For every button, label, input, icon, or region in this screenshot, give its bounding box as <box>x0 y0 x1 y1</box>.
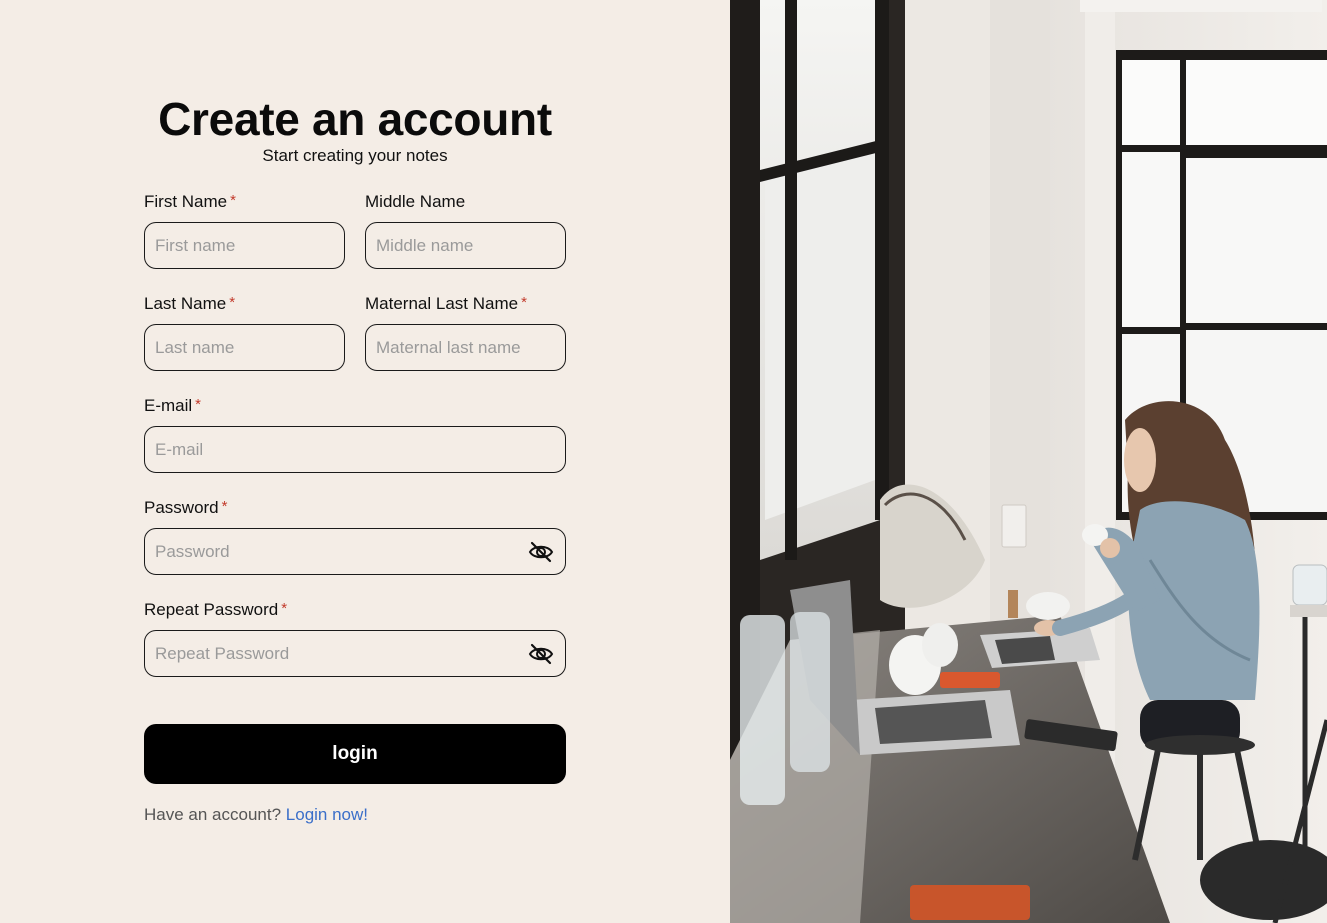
login-now-link[interactable]: Login now! <box>286 805 368 824</box>
last-name-label: Last Name * <box>144 294 236 313</box>
email-box <box>144 426 566 473</box>
email-field: E-mail * <box>144 394 566 475</box>
first-name-label: First Name * <box>144 192 236 211</box>
middle-name-input[interactable] <box>366 223 565 268</box>
email-label: E-mail * <box>144 396 202 415</box>
maternal-last-name-input[interactable] <box>366 325 565 370</box>
middle-name-label: Middle Name <box>365 192 466 211</box>
password-box <box>144 528 566 575</box>
repeat-password-box <box>144 630 566 677</box>
first-name-input[interactable] <box>145 223 344 268</box>
required-marker: * <box>281 600 288 617</box>
required-marker: * <box>229 294 236 311</box>
page-title: Create an account <box>158 93 552 145</box>
maternal-last-name-field: Maternal Last Name * <box>365 292 566 373</box>
email-input[interactable] <box>145 427 565 472</box>
page-subtitle: Start creating your notes <box>262 146 448 165</box>
password-field: Password * <box>144 496 566 577</box>
last-name-box <box>144 324 345 371</box>
middle-name-field: Middle Name <box>365 190 566 271</box>
last-name-field: Last Name * <box>144 292 345 373</box>
first-name-box <box>144 222 345 269</box>
hero-photo <box>730 0 1327 923</box>
last-name-input[interactable] <box>145 325 344 370</box>
repeat-password-field: Repeat Password * <box>144 598 566 679</box>
required-marker: * <box>195 396 202 413</box>
password-input[interactable] <box>145 529 565 574</box>
eye-slash-icon[interactable] <box>528 540 554 564</box>
maternal-last-name-label: Maternal Last Name * <box>365 294 527 313</box>
login-prompt-text: Have an account? <box>144 805 282 824</box>
photo-woman-laptop-cafe <box>730 0 1327 923</box>
maternal-last-name-box <box>365 324 566 371</box>
required-marker: * <box>521 294 527 311</box>
repeat-password-label: Repeat Password * <box>144 600 288 619</box>
eye-slash-icon[interactable] <box>528 642 554 666</box>
first-name-field: First Name * <box>144 190 345 271</box>
required-marker: * <box>221 498 228 515</box>
login-prompt: Have an account? Login now! <box>144 805 368 825</box>
form-panel: Create an account Start creating your no… <box>0 0 730 923</box>
repeat-password-input[interactable] <box>145 631 565 676</box>
required-marker: * <box>230 192 236 209</box>
middle-name-box <box>365 222 566 269</box>
login-button[interactable]: login <box>144 724 566 784</box>
password-label: Password * <box>144 498 228 517</box>
